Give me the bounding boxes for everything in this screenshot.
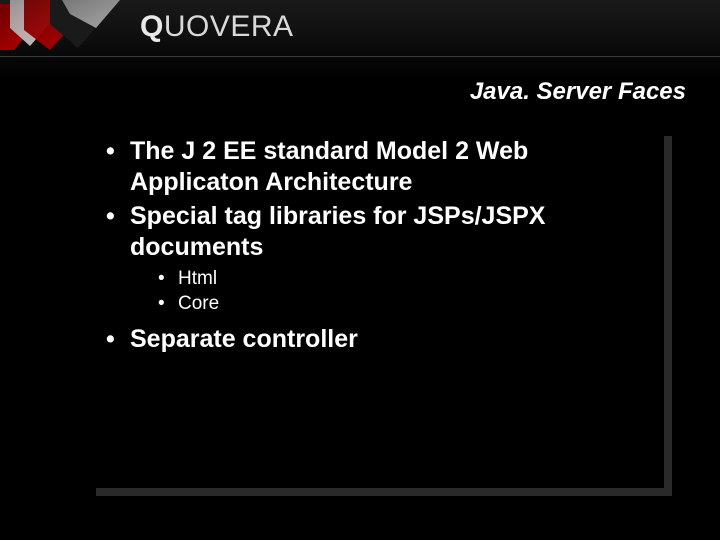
- top-bar: QUOVERA: [0, 0, 720, 57]
- list-item: Html: [158, 267, 646, 292]
- bullet-list: The J 2 EE standard Model 2 Web Applicat…: [106, 136, 646, 356]
- corner-art-icon: [0, 0, 130, 56]
- list-item: Separate controller: [106, 324, 646, 355]
- list-item: Core: [158, 292, 646, 317]
- bullet-text: Special tag libraries for JSPs/JSPX docu…: [130, 202, 545, 261]
- slide: QUOVERA Java. Server Faces The J 2 EE st…: [0, 0, 720, 540]
- sub-bullet-text: Core: [178, 293, 219, 314]
- content-area: The J 2 EE standard Model 2 Web Applicat…: [88, 128, 664, 488]
- brand-q: Q: [140, 10, 164, 43]
- list-item: The J 2 EE standard Model 2 Web Applicat…: [106, 136, 646, 199]
- brand-rest: UOVERA: [164, 10, 294, 43]
- sub-bullet-list: Html Core: [130, 267, 646, 316]
- bullet-text: Separate controller: [130, 325, 358, 353]
- sub-bullet-text: Html: [178, 268, 217, 289]
- brand-logo: QUOVERA: [140, 10, 294, 44]
- bullet-text: The J 2 EE standard Model 2 Web Applicat…: [130, 137, 528, 196]
- list-item: Special tag libraries for JSPs/JSPX docu…: [106, 201, 646, 317]
- content-box: The J 2 EE standard Model 2 Web Applicat…: [88, 128, 664, 488]
- slide-title: Java. Server Faces: [470, 78, 686, 106]
